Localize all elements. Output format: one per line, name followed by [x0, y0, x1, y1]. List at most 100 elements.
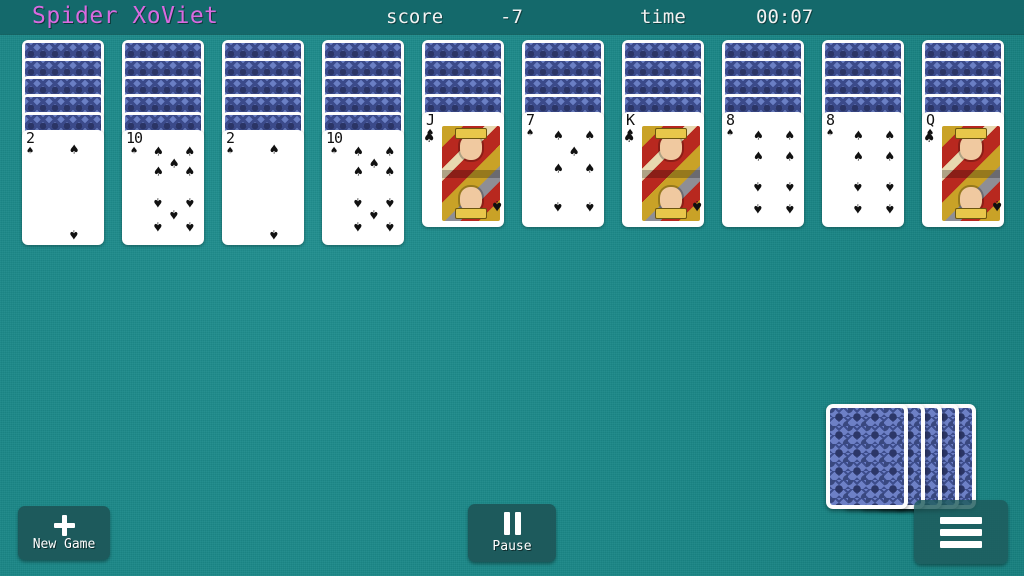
- card-suit-icon: ♠: [853, 177, 863, 196]
- court-divider: [442, 170, 500, 178]
- status-bar: Spider XoViet score -7 time 00:07: [0, 0, 1024, 34]
- card-pip-layout: ♠ ♠: [246, 142, 302, 244]
- card-suit-icon: ♠: [785, 177, 795, 196]
- card-suit-icon: ♠: [185, 162, 195, 181]
- card-suit-icon: ♠: [585, 126, 595, 145]
- card-suit-icon: ♠: [753, 199, 763, 218]
- faceup-card-10-spades[interactable]: 10 ♠ ♠ ♠ ♠ ♠ ♠ ♠ ♠ ♠ ♠ ♠: [322, 130, 404, 245]
- faceup-card-2-spades[interactable]: 2 ♠ ♠ ♠: [222, 130, 304, 245]
- time-label: time: [640, 6, 686, 28]
- crown-icon: [455, 128, 487, 139]
- card-suit-icon: ♠: [353, 162, 363, 181]
- card-suit-icon: ♠: [69, 140, 79, 159]
- card-suit-icon: ♠: [26, 144, 34, 157]
- card-suit-icon: ♠: [269, 225, 279, 244]
- card-pip-layout: ♠ ♠: [46, 140, 102, 244]
- card-suit-icon: ♠: [169, 154, 179, 173]
- score-label: score: [386, 6, 444, 28]
- new-game-label: New Game: [32, 537, 96, 552]
- court-divider: [942, 170, 1000, 178]
- card-suit-icon: ♠: [330, 144, 338, 157]
- card-suit-icon: ♠: [153, 193, 163, 212]
- card-suit-icon: ♠: [353, 217, 363, 236]
- card-suit-icon: ♠: [885, 147, 895, 166]
- card-suit-icon: ♠: [185, 142, 195, 161]
- crown-icon: [955, 208, 987, 219]
- card-suit-icon: ♠: [153, 142, 163, 161]
- card-suit-icon: ♠: [153, 217, 163, 236]
- stock-pile[interactable]: [826, 404, 976, 509]
- card-pip-layout: ♠ ♠ ♠ ♠ ♠ ♠ ♠ ♠: [846, 124, 902, 224]
- card-suit-icon: ♠: [69, 225, 79, 244]
- card-suit-icon: ♠: [853, 199, 863, 218]
- card-suit-icon: ♠: [385, 162, 395, 181]
- card-suit-icon: ♠: [353, 142, 363, 161]
- new-game-button[interactable]: New Game: [18, 506, 110, 560]
- card-suit-icon: ♠: [491, 195, 502, 215]
- faceup-card-2-spades[interactable]: 2 ♠ ♠ ♠: [22, 130, 104, 245]
- card-corner-index: 2 ♠: [26, 131, 35, 157]
- faceup-card-10-spades[interactable]: 10 ♠ ♠ ♠ ♠ ♠ ♠ ♠ ♠ ♠ ♠ ♠: [122, 130, 204, 245]
- card-suit-icon: ♠: [130, 144, 138, 157]
- card-corner-index: 10 ♠: [126, 131, 143, 157]
- faceup-card-8-spades[interactable]: 8 ♠ ♠ ♠ ♠ ♠ ♠ ♠ ♠ ♠: [722, 112, 804, 227]
- faceup-card-8-spades[interactable]: 8 ♠ ♠ ♠ ♠ ♠ ♠ ♠ ♠ ♠: [822, 112, 904, 227]
- menu-button[interactable]: [914, 500, 1008, 564]
- card-suit-icon: ♠: [753, 177, 763, 196]
- card-suit-icon: ♠: [553, 197, 563, 216]
- card-suit-icon: ♠: [353, 193, 363, 212]
- faceup-card-K-spades[interactable]: K ♠ ♠ ♠: [622, 112, 704, 227]
- card-pip-layout: ♠ ♠ ♠ ♠ ♠ ♠ ♠ ♠: [746, 124, 802, 224]
- card-corner-index: 7 ♠: [526, 113, 535, 139]
- faceup-card-7-spades[interactable]: 7 ♠ ♠ ♠ ♠ ♠ ♠ ♠ ♠: [522, 112, 604, 227]
- card-suit-icon: ♠: [226, 144, 234, 157]
- game-board: Spider XoViet score -7 time 00:07 2 ♠ ♠ ♠ 10…: [0, 0, 1024, 576]
- card-suit-icon: ♠: [585, 159, 595, 178]
- card-corner-index: 8 ♠: [726, 113, 735, 139]
- faceup-card-Q-spades[interactable]: Q ♠ ♠ ♠: [922, 112, 1004, 227]
- card-suit-icon: ♠: [185, 217, 195, 236]
- card-suit-icon: ♠: [624, 128, 635, 148]
- crown-icon: [655, 208, 687, 219]
- card-suit-icon: ♠: [169, 205, 179, 224]
- card-suit-icon: ♠: [885, 177, 895, 196]
- card-suit-icon: ♠: [691, 195, 702, 215]
- card-suit-icon: ♠: [369, 205, 379, 224]
- card-suit-icon: ♠: [885, 126, 895, 145]
- pause-label: Pause: [492, 539, 532, 554]
- crown-icon: [655, 128, 687, 139]
- card-suit-icon: ♠: [991, 195, 1002, 215]
- pause-button[interactable]: Pause: [468, 504, 556, 562]
- card-suit-icon: ♠: [385, 217, 395, 236]
- card-suit-icon: ♠: [785, 126, 795, 145]
- card-corner-index: 2 ♠: [226, 131, 235, 157]
- card-suit-icon: ♠: [385, 142, 395, 161]
- card-corner-index: 8 ♠: [826, 113, 835, 139]
- card-suit-icon: ♠: [569, 142, 579, 161]
- card-suit-icon: ♠: [726, 126, 734, 139]
- stock-card[interactable]: [826, 404, 908, 509]
- card-suit-icon: ♠: [853, 126, 863, 145]
- card-suit-icon: ♠: [753, 126, 763, 145]
- card-suit-icon: ♠: [369, 154, 379, 173]
- court-divider: [642, 170, 700, 178]
- faceup-card-J-spades[interactable]: J ♠ ♠ ♠: [422, 112, 504, 227]
- crown-icon: [455, 208, 487, 219]
- card-suit-icon: ♠: [924, 128, 935, 148]
- card-suit-icon: ♠: [185, 193, 195, 212]
- crown-icon: [955, 128, 987, 139]
- card-suit-icon: ♠: [785, 147, 795, 166]
- card-back-pattern: [830, 408, 904, 505]
- card-suit-icon: ♠: [553, 159, 563, 178]
- card-suit-icon: ♠: [585, 197, 595, 216]
- card-suit-icon: ♠: [785, 199, 795, 218]
- hamburger-icon: [940, 516, 982, 548]
- score-value: -7: [500, 6, 523, 28]
- card-suit-icon: ♠: [526, 126, 534, 139]
- plus-icon: [53, 514, 75, 536]
- card-corner-index: 10 ♠: [326, 131, 343, 157]
- card-suit-icon: ♠: [424, 128, 435, 148]
- pause-icon: [503, 512, 521, 535]
- game-title: Spider XoViet: [32, 3, 219, 29]
- card-pip-layout: ♠ ♠ ♠ ♠ ♠ ♠ ♠ ♠ ♠ ♠: [346, 142, 402, 242]
